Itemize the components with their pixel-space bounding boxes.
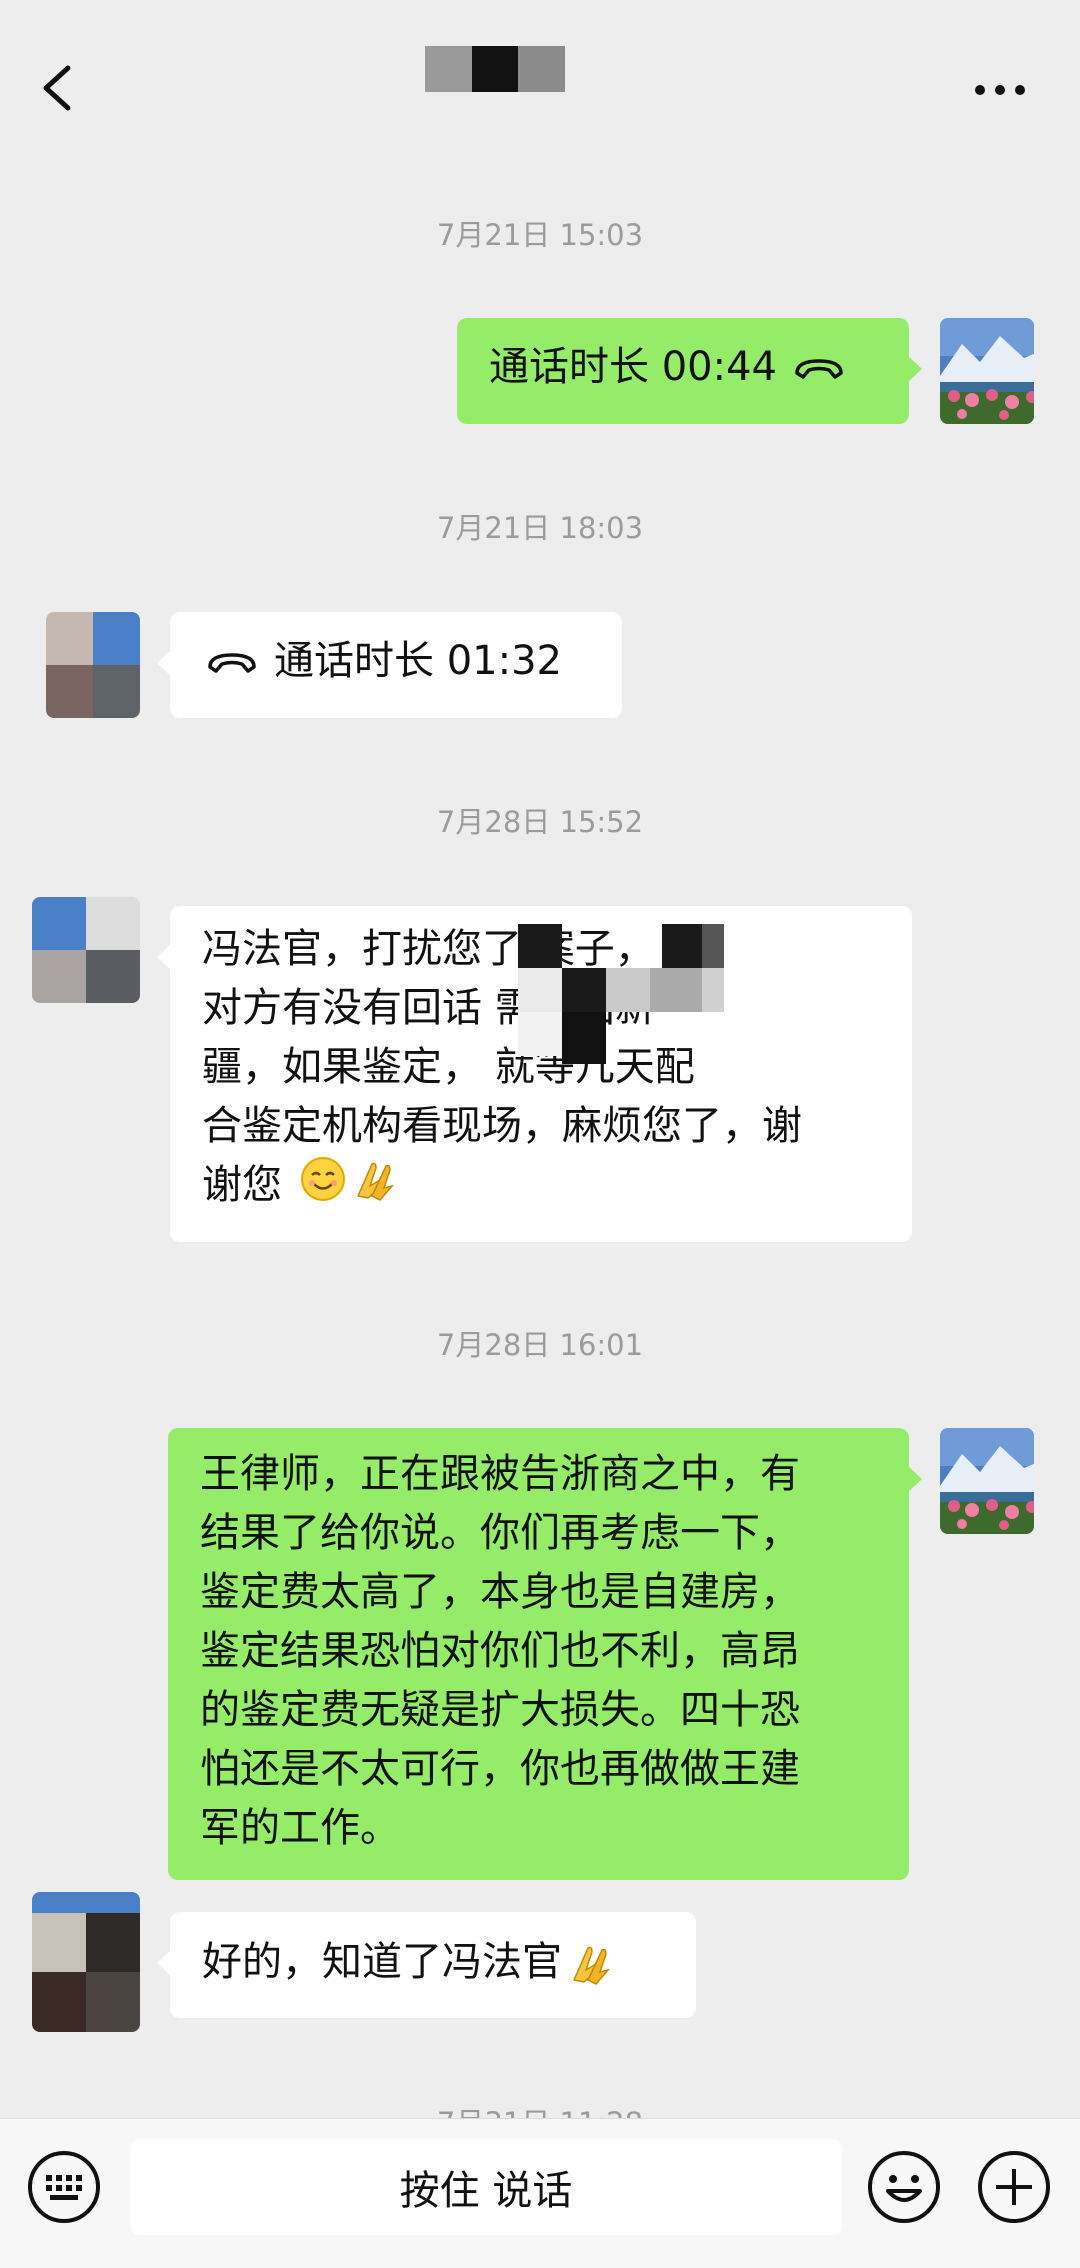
- privacy-mosaic: [702, 924, 724, 968]
- back-button[interactable]: [28, 50, 88, 126]
- contact-avatar[interactable]: [46, 612, 140, 718]
- message-timestamp: 7月31日 11:28: [0, 2100, 1080, 2118]
- chat-title: [330, 44, 620, 120]
- chat-header: [0, 0, 1080, 152]
- privacy-mosaic: [650, 968, 702, 1012]
- more-button[interactable]: [968, 70, 1032, 110]
- more-horizontal-icon: [975, 85, 1025, 95]
- message-timestamp: 7月21日 18:03: [436, 511, 644, 545]
- call-duration-label: 通话时长 01:32: [274, 638, 562, 684]
- avatar-pixelated-image: [46, 612, 140, 718]
- contact-avatar[interactable]: [32, 897, 140, 1003]
- avatar-pixelated-image: [32, 1892, 140, 2032]
- keyboard-toggle-button[interactable]: [26, 2149, 102, 2225]
- more-functions-button[interactable]: [976, 2149, 1052, 2225]
- call-record-bubble[interactable]: 通话时长 00:44: [457, 318, 922, 424]
- emoji-button[interactable]: [866, 2149, 942, 2225]
- message-text: 好的，知道了冯法官: [202, 1939, 562, 1985]
- smiling-face-icon: [301, 1157, 345, 1201]
- call-duration-label: 通话时长 00:44: [489, 344, 777, 390]
- my-avatar[interactable]: [940, 1428, 1034, 1534]
- privacy-mosaic: [562, 968, 606, 1012]
- avatar-mountain-flowers-image: [940, 1428, 1034, 1534]
- folded-hands-icon: [572, 1946, 611, 1985]
- phone-hangup-icon: [208, 652, 256, 673]
- message-bubble[interactable]: 冯法官，打扰您了 案子， 对方有没有回话 需要回新 疆，如果鉴定， 就等几天配 …: [157, 906, 912, 1242]
- message-text: 王律师，正在跟被告浙商之中，有 结果了给你说。你们再考虑一下， 鉴定费太高了，本…: [200, 1451, 800, 1851]
- chat-screen: 7月21日 15:03 通话时长 00:44 7月21日 18:03 通话时长 …: [0, 0, 1080, 2268]
- message-timestamp: 7月28日 15:52: [436, 805, 644, 839]
- message-bubble[interactable]: 王律师，正在跟被告浙商之中，有 结果了给你说。你们再考虑一下， 鉴定费太高了，本…: [168, 1428, 922, 1880]
- phone-hangup-icon: [795, 358, 843, 379]
- privacy-mosaic: [518, 1012, 562, 1056]
- chat-input-bar: 按住 说话: [0, 2118, 1080, 2268]
- avatar-pixelated-image: [32, 897, 140, 1003]
- chat-message-list[interactable]: 7月21日 15:03 通话时长 00:44 7月21日 18:03 通话时长 …: [0, 152, 1080, 2118]
- contact-avatar[interactable]: [32, 1892, 140, 2032]
- call-record-bubble[interactable]: 通话时长 01:32: [157, 612, 622, 718]
- privacy-mosaic: [702, 968, 724, 1012]
- hold-to-talk-button[interactable]: 按住 说话: [130, 2139, 842, 2235]
- privacy-mosaic: [518, 924, 562, 968]
- chevron-left-icon: [43, 65, 71, 111]
- privacy-mosaic: [562, 1012, 606, 1064]
- privacy-mosaic: [606, 968, 650, 1012]
- emoji-icon: [868, 2151, 940, 2223]
- message-timestamp: 7月21日 15:03: [436, 218, 644, 252]
- message-emojis: [202, 1156, 396, 1202]
- keyboard-icon: [28, 2151, 100, 2223]
- message-bubble[interactable]: 好的，知道了冯法官: [157, 1912, 696, 2018]
- folded-hands-icon: [356, 1162, 395, 1201]
- my-avatar[interactable]: [940, 318, 1034, 424]
- avatar-mountain-flowers-image: [940, 318, 1034, 424]
- privacy-mosaic: [518, 968, 562, 1012]
- privacy-mosaic: [662, 924, 702, 968]
- plus-circle-icon: [978, 2151, 1050, 2223]
- message-timestamp: 7月28日 16:01: [436, 1328, 644, 1362]
- title-mosaic: [425, 46, 566, 92]
